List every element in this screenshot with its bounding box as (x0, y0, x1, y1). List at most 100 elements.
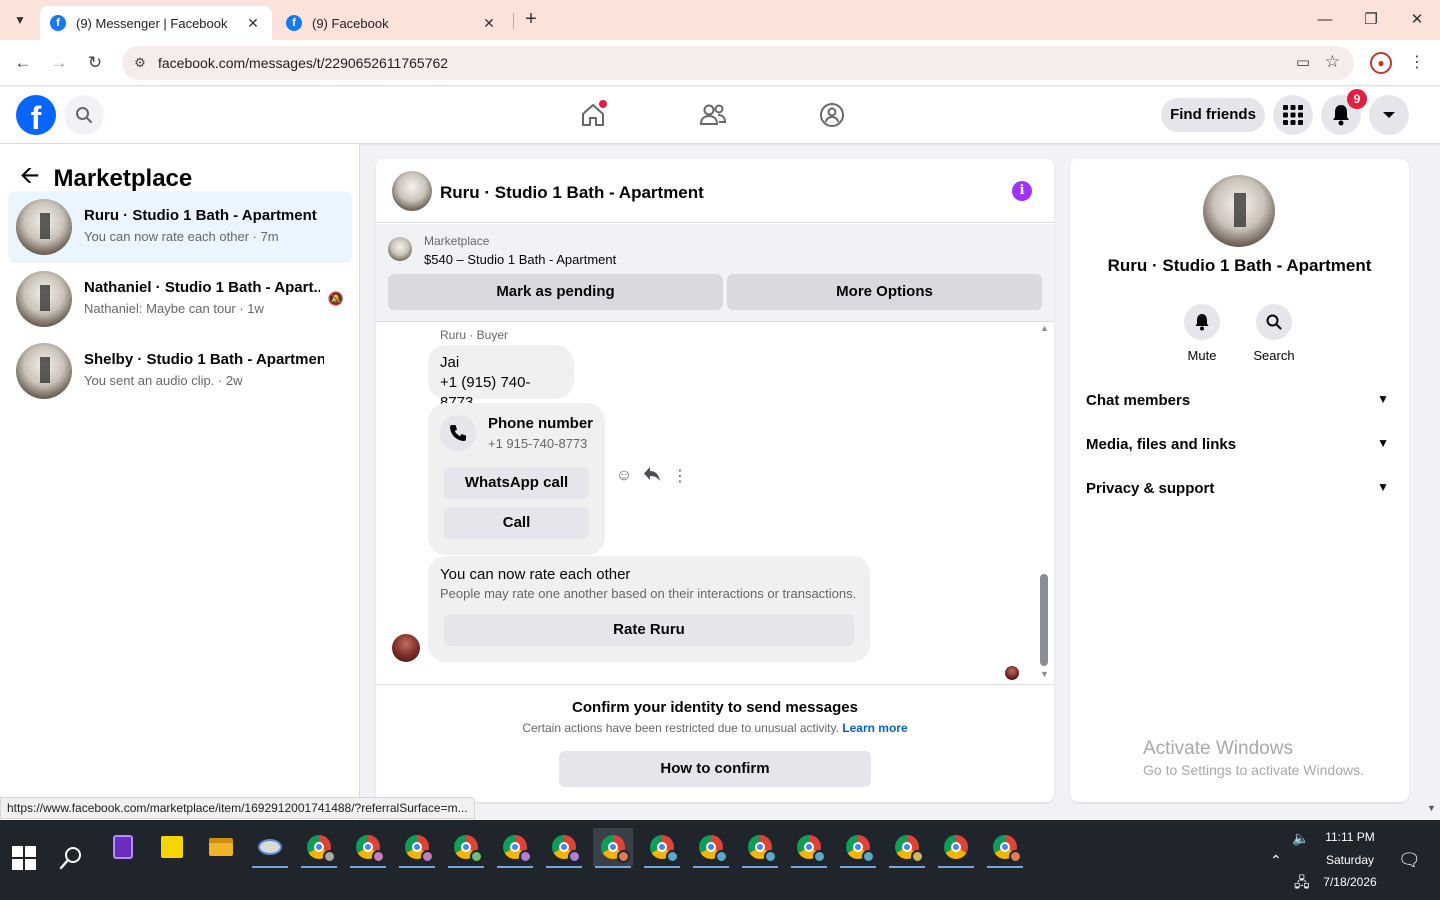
tab-divider (513, 13, 514, 29)
groups-nav-button[interactable] (816, 99, 848, 131)
taskbar-app-onenote-icon[interactable] (103, 828, 143, 866)
reload-button[interactable]: ↻ (82, 50, 108, 76)
page-title: Marketplace (53, 164, 193, 192)
site-info-icon[interactable]: ⚙ (130, 53, 150, 73)
address-bar[interactable]: ⚙ facebook.com/messages/t/22906526117657… (122, 46, 1354, 80)
listing-kind: Marketplace (424, 234, 490, 248)
react-emoji-icon[interactable]: ☺ (613, 467, 635, 485)
facebook-search-button[interactable] (64, 95, 104, 135)
media-files-links-section[interactable]: Media, files and links ▼ (1086, 436, 1393, 460)
chat-avatar[interactable] (392, 171, 432, 211)
taskbar-chrome-profile-15-icon[interactable] (985, 828, 1025, 868)
taskbar-chrome-profile-13-icon[interactable] (887, 828, 927, 868)
mute-label: Mute (1187, 348, 1217, 363)
minimize-button[interactable]: — (1302, 6, 1348, 34)
privacy-support-section[interactable]: Privacy & support ▼ (1086, 480, 1393, 504)
watermark-line1: Activate Windows (1143, 738, 1293, 759)
chat-title[interactable]: Ruru · Studio 1 Bath - Apartment (440, 183, 704, 203)
taskbar-chrome-profile-6-icon[interactable] (544, 828, 584, 868)
listing-thumbnail[interactable] (388, 237, 412, 261)
call-button[interactable]: Call (444, 507, 589, 539)
how-to-confirm-button[interactable]: How to confirm (559, 751, 871, 787)
tab-search-chevron-icon[interactable]: ▼ (8, 8, 32, 32)
friends-nav-button[interactable] (697, 99, 729, 131)
taskbar-chrome-profile-1-icon[interactable] (299, 828, 339, 868)
facebook-logo-icon[interactable]: f (16, 95, 56, 135)
taskbar-search-icon[interactable] (58, 844, 86, 872)
conversation-item-shelby[interactable]: Shelby · Studio 1 Bath - Apartment You s… (8, 335, 352, 407)
volume-icon[interactable]: 🔈 (1292, 830, 1309, 847)
taskbar-sticky-notes-icon[interactable] (152, 828, 192, 866)
scroll-up-arrow-icon[interactable]: ▲ (1040, 323, 1049, 333)
more-options-button[interactable]: More Options (727, 274, 1042, 310)
notifications-button[interactable]: 9 (1321, 89, 1367, 135)
new-tab-button[interactable]: + (519, 8, 543, 32)
taskbar-chrome-profile-11-icon[interactable] (789, 828, 829, 868)
reply-icon[interactable] (641, 466, 663, 487)
info-icon[interactable]: i (1012, 181, 1032, 201)
message-bubble[interactable]: Jai +1 (915) 740-8773 (428, 345, 574, 411)
close-window-button[interactable]: ✕ (1394, 6, 1440, 34)
taskbar-chrome-active-icon[interactable] (593, 828, 633, 868)
windows-start-icon[interactable] (12, 846, 36, 870)
info-avatar[interactable] (1203, 175, 1275, 247)
menu-grid-button[interactable] (1273, 95, 1313, 135)
taskbar-file-explorer-icon[interactable] (201, 828, 241, 866)
show-hidden-icons-chevron-icon[interactable]: ⌃ (1270, 852, 1282, 869)
buyer-avatar[interactable] (392, 634, 420, 662)
clock-time[interactable]: 11:11 PM (1318, 830, 1382, 844)
taskbar-chrome-profile-9-icon[interactable] (691, 828, 731, 868)
notification-center-icon[interactable]: 🗨 (1398, 850, 1421, 871)
profile-icon[interactable]: ● (1370, 52, 1392, 74)
network-icon[interactable]: 🖧 (1294, 872, 1310, 896)
url-text[interactable]: facebook.com/messages/t/2290652611765762 (158, 55, 448, 71)
back-button[interactable]: ← (10, 50, 36, 76)
conversation-preview: You can now rate each other · 7m (84, 229, 279, 244)
home-nav-button[interactable] (577, 99, 609, 131)
tab-messenger[interactable]: f (9) Messenger | Facebook ✕ (40, 6, 272, 40)
maximize-button[interactable]: ❐ (1348, 6, 1394, 34)
close-tab-icon[interactable]: ✕ (244, 15, 262, 32)
taskbar-chrome-profile-14-icon[interactable] (936, 828, 976, 868)
taskbar-paint-icon[interactable] (250, 828, 290, 868)
taskbar-chrome-profile-8-icon[interactable] (642, 828, 682, 868)
browser-menu-icon[interactable]: ⋮ (1408, 50, 1426, 76)
taskbar-chrome-profile-3-icon[interactable] (397, 828, 437, 868)
conversation-item-nathaniel[interactable]: Nathaniel · Studio 1 Bath - Apart... Nat… (8, 263, 352, 335)
message-line: Jai (440, 354, 460, 371)
bookmark-star-icon[interactable]: ☆ (1325, 52, 1340, 72)
search-label: Search (1253, 348, 1295, 363)
taskbar-chrome-profile-4-icon[interactable] (446, 828, 486, 868)
sender-label: Ruru · Buyer (440, 328, 509, 342)
conversation-name: Shelby · Studio 1 Bath - Apartment (84, 351, 324, 368)
search-icon (1256, 304, 1292, 340)
clock-date[interactable]: 7/18/2026 (1318, 875, 1382, 889)
chat-header: Ruru · Studio 1 Bath - Apartment i (376, 159, 1054, 223)
scroll-down-arrow-icon[interactable]: ▼ (1040, 669, 1049, 679)
more-actions-icon[interactable]: ⋮ (669, 466, 691, 486)
taskbar-chrome-profile-5-icon[interactable] (495, 828, 535, 868)
scrollbar-thumb[interactable] (1040, 574, 1048, 666)
mark-as-pending-button[interactable]: Mark as pending (388, 274, 723, 310)
forward-button[interactable]: → (46, 50, 72, 76)
mute-button[interactable]: Mute (1172, 304, 1232, 363)
chat-members-section[interactable]: Chat members ▼ (1086, 392, 1393, 416)
taskbar-chrome-profile-12-icon[interactable] (838, 828, 878, 868)
learn-more-link[interactable]: Learn more (842, 721, 907, 735)
taskbar-chrome-profile-10-icon[interactable] (740, 828, 780, 868)
close-tab-icon[interactable]: ✕ (480, 15, 498, 32)
find-friends-button[interactable]: Find friends (1161, 98, 1265, 132)
rate-ruru-button[interactable]: Rate Ruru (444, 614, 854, 646)
section-label: Privacy & support (1086, 480, 1215, 497)
install-app-icon[interactable]: ▭ (1296, 53, 1310, 71)
search-conversation-button[interactable]: Search (1244, 304, 1304, 363)
whatsapp-call-button[interactable]: WhatsApp call (444, 467, 589, 499)
tab-facebook[interactable]: f (9) Facebook ✕ (276, 6, 508, 40)
conversation-item-ruru[interactable]: Ruru · Studio 1 Bath - Apartment You can… (8, 191, 352, 263)
page-scroll-down-icon[interactable]: ▼ (1427, 803, 1436, 813)
taskbar-chrome-profile-2-icon[interactable] (348, 828, 388, 868)
clock-day[interactable]: Saturday (1318, 853, 1382, 867)
account-menu-button[interactable] (1369, 95, 1409, 135)
listing-title[interactable]: $540 – Studio 1 Bath - Apartment (424, 252, 616, 267)
message-thread[interactable]: Ruru · Buyer Jai +1 (915) 740-8773 Phone… (376, 323, 1054, 684)
